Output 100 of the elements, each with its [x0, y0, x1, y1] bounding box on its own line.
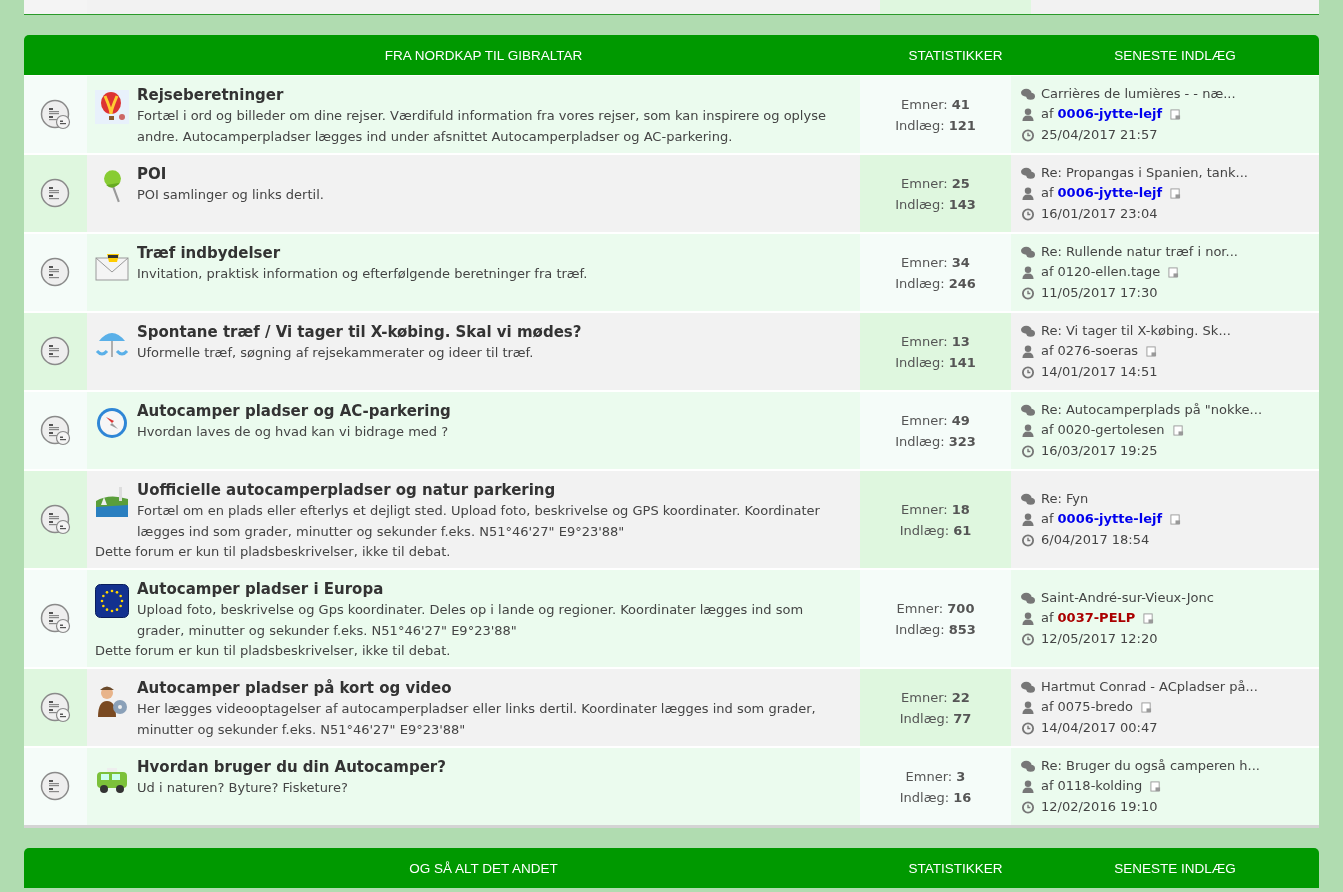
clock-icon: [1021, 800, 1035, 814]
view-latest-post-icon[interactable]: [1140, 702, 1152, 713]
topics-count: Emner: 34: [901, 253, 970, 272]
forum-title-link[interactable]: Rejseberetninger: [137, 84, 852, 106]
author-link[interactable]: 0118-kolding: [1057, 776, 1143, 797]
posts-count: Indlæg: 77: [899, 709, 972, 728]
clock-icon: [1021, 128, 1035, 142]
user-icon: [1021, 424, 1035, 437]
posts-count: Indlæg: 143: [895, 195, 976, 214]
column-heading: SENESTE INDLÆG: [1113, 47, 1237, 63]
post-date: 6/04/2017 18:54: [1041, 530, 1150, 549]
post-date: 16/03/2017 19:25: [1041, 441, 1158, 460]
post-date: 16/01/2017 23:04: [1041, 204, 1158, 223]
compass-icon: [95, 406, 129, 440]
column-heading: SENESTE INDLÆG: [1113, 860, 1237, 876]
user-icon: [1021, 108, 1035, 121]
view-latest-post-icon[interactable]: [1146, 346, 1158, 357]
by-label: af: [1041, 609, 1054, 628]
author-link[interactable]: 0075-bredo: [1057, 697, 1133, 718]
forum-description: Uformelle træf, søgning af rejsekammerater og ideer til træf.: [137, 344, 535, 362]
view-latest-post-icon[interactable]: [1172, 425, 1184, 436]
by-label: af: [1041, 342, 1054, 361]
speech-bubbles-icon: [1021, 87, 1035, 101]
posts-count: Indlæg: 141: [895, 353, 976, 372]
posts-count: Indlæg: 61: [899, 521, 972, 540]
clock-icon: [1021, 286, 1035, 300]
author-link[interactable]: 0006-jytte-lejf: [1057, 183, 1163, 204]
posts-count: Indlæg: 246: [895, 274, 976, 293]
author-link[interactable]: 0006-jytte-lejf: [1057, 509, 1163, 530]
forum-description: Hvordan laves de og hvad kan vi bidrage med ?: [137, 423, 450, 441]
by-label: af: [1041, 105, 1054, 124]
forum-description: Fortæl i ord og billeder om dine rejser. Værdifuld information fra vores rejser, som kan inspirere og oplyse andre. Autocamperpladser lægges ind under afsnittet Autocamperpladser og AC-parkering.: [137, 107, 827, 146]
by-label: af: [1041, 777, 1054, 796]
post-date: 14/01/2017 14:51: [1041, 362, 1158, 381]
view-latest-post-icon[interactable]: [1150, 781, 1162, 792]
last-post-link[interactable]: Re: Propangas i Spanien, tank...: [1041, 162, 1248, 184]
forum-title-link[interactable]: Autocamper pladser i Europa: [137, 578, 852, 600]
forum-title-link[interactable]: Autocamper pladser og AC-parkering: [137, 400, 451, 422]
speech-bubbles-icon: [1021, 759, 1035, 773]
forum-title-link[interactable]: Træf indbydelser: [137, 242, 588, 264]
user-icon: [1021, 345, 1035, 358]
topics-count: Emner: 3: [905, 767, 966, 786]
topics-count: Emner: 13: [901, 332, 970, 351]
user-icon: [1021, 612, 1035, 625]
category-title[interactable]: FRA NORDKAP TIL GIBRALTAR: [24, 47, 880, 63]
user-icon: [1021, 513, 1035, 526]
forum-title-link[interactable]: Uofficielle autocamperpladser og natur parkering: [137, 479, 852, 501]
forum-title-link[interactable]: Autocamper pladser på kort og video: [137, 677, 852, 699]
author-link[interactable]: 0120-ellen.tage: [1057, 262, 1161, 283]
author-link[interactable]: 0020-gertolesen: [1057, 420, 1165, 441]
post-date: 25/04/2017 21:57: [1041, 125, 1158, 144]
topics-count: Emner: 18: [901, 500, 970, 519]
view-latest-post-icon[interactable]: [1168, 267, 1180, 278]
posts-count: Indlæg: 853: [895, 620, 976, 639]
forum-description: POI samlinger og links dertil.: [137, 186, 324, 204]
last-post-link[interactable]: Hartmut Conrad - ACpladser på...: [1041, 676, 1258, 698]
forum-title-link[interactable]: Spontane træf / Vi tager til X-købing. Skal vi mødes?: [137, 321, 582, 343]
clock-icon: [1021, 444, 1035, 458]
last-post-link[interactable]: Re: Fyn: [1041, 488, 1089, 510]
clock-icon: [1021, 207, 1035, 221]
speech-bubbles-icon: [1021, 492, 1035, 506]
forum-note: Dette forum er kun til pladsbeskrivelser, ikke til debat.: [95, 543, 452, 561]
last-post-link[interactable]: Carrières de lumières - - næ...: [1041, 83, 1236, 105]
topics-count: Emner: 22: [901, 688, 970, 707]
author-link[interactable]: 0037-PELP: [1057, 608, 1136, 629]
last-post-link[interactable]: Re: Autocamperplads på "nokke...: [1041, 399, 1262, 421]
clock-icon: [1021, 533, 1035, 547]
view-latest-post-icon[interactable]: [1170, 188, 1182, 199]
author-link[interactable]: 0276-soeras: [1057, 341, 1139, 362]
last-post-link[interactable]: Saint-André-sur-Vieux-Jonc: [1041, 587, 1214, 609]
posts-count: Indlæg: 121: [895, 116, 976, 135]
posts-count: Indlæg: 16: [899, 788, 972, 807]
topics-count: Emner: 49: [901, 411, 970, 430]
post-date: 11/05/2017 17:30: [1041, 283, 1158, 302]
last-post-link[interactable]: Re: Bruger du også camperen h...: [1041, 755, 1260, 777]
author-link[interactable]: 0006-jytte-lejf: [1057, 104, 1163, 125]
last-post-link[interactable]: Re: Vi tager til X-købing. Sk...: [1041, 320, 1231, 342]
category-title[interactable]: OG SÅ ALT DET ANDET: [24, 860, 880, 876]
user-icon: [1021, 701, 1035, 714]
by-label: af: [1041, 698, 1054, 717]
post-date: 14/04/2017 00:47: [1041, 718, 1158, 737]
forum-description: Her lægges videooptagelser af autocamperpladser eller links dertil. Koordinater lægges ind som grader, minutter og sekunder f.eks. N51°46'27" E9°23'88": [137, 700, 817, 739]
view-latest-post-icon[interactable]: [1143, 613, 1155, 624]
post-date: 12/05/2017 12:20: [1041, 629, 1158, 648]
by-label: af: [1041, 184, 1054, 203]
last-post-link[interactable]: Re: Rullende natur træf i nor...: [1041, 241, 1238, 263]
view-latest-post-icon[interactable]: [1170, 514, 1182, 525]
speech-bubbles-icon: [1021, 245, 1035, 259]
post-date: 12/02/2016 19:10: [1041, 797, 1158, 816]
forum-title-link[interactable]: POI: [137, 163, 324, 185]
hot-air-balloon-icon: [95, 90, 129, 124]
forum-title-link[interactable]: Hvordan bruger du din Autocamper?: [137, 756, 446, 778]
speech-bubbles-icon: [1021, 591, 1035, 605]
topics-count: Emner: 41: [901, 95, 970, 114]
by-label: af: [1041, 421, 1054, 440]
eu-flag-icon: [95, 584, 129, 618]
view-latest-post-icon[interactable]: [1170, 109, 1182, 120]
forum-description: Invitation, praktisk information og efterfølgende beretninger fra træf.: [137, 265, 588, 283]
speech-bubbles-icon: [1021, 403, 1035, 417]
column-heading: STATISTIKKER: [907, 47, 1004, 63]
